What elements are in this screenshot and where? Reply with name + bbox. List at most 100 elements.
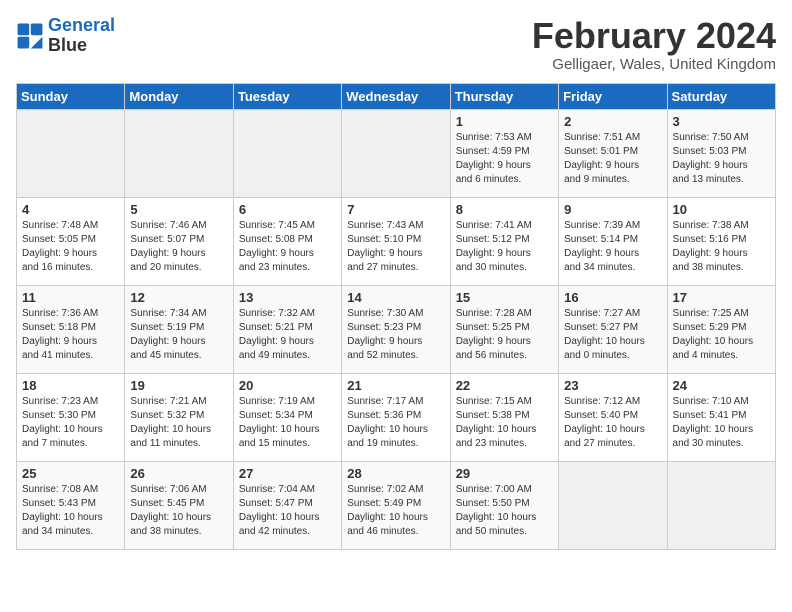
- calendar-cell: 29 Sunrise: 7:00 AM Sunset: 5:50 PM Dayli…: [450, 461, 558, 549]
- calendar-cell: 12 Sunrise: 7:34 AM Sunset: 5:19 PM Dayli…: [125, 285, 233, 373]
- day-info: Sunrise: 7:00 AM Sunset: 5:50 PM Dayligh…: [456, 483, 553, 539]
- calendar-cell: 26 Sunrise: 7:06 AM Sunset: 5:45 PM Dayli…: [125, 461, 233, 549]
- day-number: 13: [239, 290, 336, 305]
- day-info: Sunrise: 7:48 AM Sunset: 5:05 PM Dayligh…: [22, 219, 119, 275]
- day-info: Sunrise: 7:39 AM Sunset: 5:14 PM Dayligh…: [564, 219, 661, 275]
- calendar-cell: 23 Sunrise: 7:12 AM Sunset: 5:40 PM Dayli…: [559, 373, 667, 461]
- calendar-cell: 22Sunrise: 7:15 AM Sunset: 5:38 PM Dayli…: [450, 373, 558, 461]
- calendar-cell: 21Sunrise: 7:17 AM Sunset: 5:36 PM Dayli…: [342, 373, 450, 461]
- title-area: February 2024 Gelligaer, Wales, United K…: [532, 16, 776, 73]
- day-number: 2: [564, 114, 661, 129]
- day-info: Sunrise: 7:06 AM Sunset: 5:45 PM Dayligh…: [130, 483, 227, 539]
- calendar-week-1: 1 Sunrise: 7:53 AM Sunset: 4:59 PM Daylig…: [17, 109, 776, 197]
- calendar-cell: 10 Sunrise: 7:38 AM Sunset: 5:16 PM Dayli…: [667, 197, 775, 285]
- day-number: 24: [673, 378, 770, 393]
- day-number: 23: [564, 378, 661, 393]
- day-info: Sunrise: 7:41 AM Sunset: 5:12 PM Dayligh…: [456, 219, 553, 275]
- calendar-cell: 15 Sunrise: 7:28 AM Sunset: 5:25 PM Dayli…: [450, 285, 558, 373]
- day-info: Sunrise: 7:53 AM Sunset: 4:59 PM Dayligh…: [456, 131, 553, 187]
- day-number: 16: [564, 290, 661, 305]
- weekday-header-wednesday: Wednesday: [342, 83, 450, 109]
- day-number: 19: [130, 378, 227, 393]
- weekday-header-monday: Monday: [125, 83, 233, 109]
- day-number: 6: [239, 202, 336, 217]
- day-number: 7: [347, 202, 444, 217]
- calendar-body: 1 Sunrise: 7:53 AM Sunset: 4:59 PM Daylig…: [17, 109, 776, 549]
- calendar-cell: 2 Sunrise: 7:51 AM Sunset: 5:01 PM Daylig…: [559, 109, 667, 197]
- day-info: Sunrise: 7:12 AM Sunset: 5:40 PM Dayligh…: [564, 395, 661, 451]
- day-info: Sunrise: 7:19 AM Sunset: 5:34 PM Dayligh…: [239, 395, 336, 451]
- calendar-cell: 17 Sunrise: 7:25 AM Sunset: 5:29 PM Dayli…: [667, 285, 775, 373]
- calendar-cell: [342, 109, 450, 197]
- calendar-cell: [17, 109, 125, 197]
- day-number: 25: [22, 466, 119, 481]
- calendar-cell: 11 Sunrise: 7:36 AM Sunset: 5:18 PM Dayli…: [17, 285, 125, 373]
- weekday-header-thursday: Thursday: [450, 83, 558, 109]
- day-info: Sunrise: 7:23 AM Sunset: 5:30 PM Dayligh…: [22, 395, 119, 451]
- day-info: Sunrise: 7:51 AM Sunset: 5:01 PM Dayligh…: [564, 131, 661, 187]
- calendar-cell: [667, 461, 775, 549]
- weekday-header-friday: Friday: [559, 83, 667, 109]
- day-info: Sunrise: 7:45 AM Sunset: 5:08 PM Dayligh…: [239, 219, 336, 275]
- day-number: 4: [22, 202, 119, 217]
- calendar-header: SundayMondayTuesdayWednesdayThursdayFrid…: [17, 83, 776, 109]
- month-year-title: February 2024: [532, 16, 776, 56]
- day-number: 5: [130, 202, 227, 217]
- day-info: Sunrise: 7:32 AM Sunset: 5:21 PM Dayligh…: [239, 307, 336, 363]
- day-number: 29: [456, 466, 553, 481]
- calendar-week-3: 11 Sunrise: 7:36 AM Sunset: 5:18 PM Dayli…: [17, 285, 776, 373]
- day-info: Sunrise: 7:46 AM Sunset: 5:07 PM Dayligh…: [130, 219, 227, 275]
- calendar-week-2: 4 Sunrise: 7:48 AM Sunset: 5:05 PM Daylig…: [17, 197, 776, 285]
- calendar-cell: 5 Sunrise: 7:46 AM Sunset: 5:07 PM Daylig…: [125, 197, 233, 285]
- calendar-table: SundayMondayTuesdayWednesdayThursdayFrid…: [16, 83, 776, 550]
- calendar-cell: 1 Sunrise: 7:53 AM Sunset: 4:59 PM Daylig…: [450, 109, 558, 197]
- day-number: 1: [456, 114, 553, 129]
- calendar-cell: [125, 109, 233, 197]
- day-number: 11: [22, 290, 119, 305]
- day-info: Sunrise: 7:38 AM Sunset: 5:16 PM Dayligh…: [673, 219, 770, 275]
- day-info: Sunrise: 7:50 AM Sunset: 5:03 PM Dayligh…: [673, 131, 770, 187]
- weekday-header-saturday: Saturday: [667, 83, 775, 109]
- day-number: 12: [130, 290, 227, 305]
- day-info: Sunrise: 7:02 AM Sunset: 5:49 PM Dayligh…: [347, 483, 444, 539]
- calendar-cell: 3Sunrise: 7:50 AM Sunset: 5:03 PM Daylig…: [667, 109, 775, 197]
- day-number: 15: [456, 290, 553, 305]
- day-info: Sunrise: 7:21 AM Sunset: 5:32 PM Dayligh…: [130, 395, 227, 451]
- calendar-cell: [559, 461, 667, 549]
- calendar-cell: 16Sunrise: 7:27 AM Sunset: 5:27 PM Dayli…: [559, 285, 667, 373]
- logo-text: General Blue: [48, 16, 115, 56]
- weekday-header-sunday: Sunday: [17, 83, 125, 109]
- day-info: Sunrise: 7:04 AM Sunset: 5:47 PM Dayligh…: [239, 483, 336, 539]
- day-number: 20: [239, 378, 336, 393]
- day-info: Sunrise: 7:25 AM Sunset: 5:29 PM Dayligh…: [673, 307, 770, 363]
- logo-icon: [16, 22, 44, 50]
- day-info: Sunrise: 7:36 AM Sunset: 5:18 PM Dayligh…: [22, 307, 119, 363]
- day-info: Sunrise: 7:08 AM Sunset: 5:43 PM Dayligh…: [22, 483, 119, 539]
- calendar-cell: 25 Sunrise: 7:08 AM Sunset: 5:43 PM Dayli…: [17, 461, 125, 549]
- calendar-cell: 8 Sunrise: 7:41 AM Sunset: 5:12 PM Daylig…: [450, 197, 558, 285]
- logo: General Blue: [16, 16, 115, 56]
- day-number: 17: [673, 290, 770, 305]
- calendar-cell: 18Sunrise: 7:23 AM Sunset: 5:30 PM Dayli…: [17, 373, 125, 461]
- day-number: 8: [456, 202, 553, 217]
- day-info: Sunrise: 7:43 AM Sunset: 5:10 PM Dayligh…: [347, 219, 444, 275]
- calendar-cell: 19 Sunrise: 7:21 AM Sunset: 5:32 PM Dayli…: [125, 373, 233, 461]
- day-info: Sunrise: 7:28 AM Sunset: 5:25 PM Dayligh…: [456, 307, 553, 363]
- day-number: 9: [564, 202, 661, 217]
- day-number: 27: [239, 466, 336, 481]
- calendar-cell: 14Sunrise: 7:30 AM Sunset: 5:23 PM Dayli…: [342, 285, 450, 373]
- calendar-week-4: 18Sunrise: 7:23 AM Sunset: 5:30 PM Dayli…: [17, 373, 776, 461]
- page-header: General Blue February 2024 Gelligaer, Wa…: [16, 16, 776, 73]
- calendar-week-5: 25 Sunrise: 7:08 AM Sunset: 5:43 PM Dayli…: [17, 461, 776, 549]
- calendar-cell: 4 Sunrise: 7:48 AM Sunset: 5:05 PM Daylig…: [17, 197, 125, 285]
- weekday-header-row: SundayMondayTuesdayWednesdayThursdayFrid…: [17, 83, 776, 109]
- day-number: 10: [673, 202, 770, 217]
- day-number: 26: [130, 466, 227, 481]
- day-info: Sunrise: 7:34 AM Sunset: 5:19 PM Dayligh…: [130, 307, 227, 363]
- calendar-cell: 9 Sunrise: 7:39 AM Sunset: 5:14 PM Daylig…: [559, 197, 667, 285]
- day-info: Sunrise: 7:10 AM Sunset: 5:41 PM Dayligh…: [673, 395, 770, 451]
- calendar-cell: 27 Sunrise: 7:04 AM Sunset: 5:47 PM Dayli…: [233, 461, 341, 549]
- day-number: 21: [347, 378, 444, 393]
- calendar-cell: [233, 109, 341, 197]
- location-subtitle: Gelligaer, Wales, United Kingdom: [532, 56, 776, 73]
